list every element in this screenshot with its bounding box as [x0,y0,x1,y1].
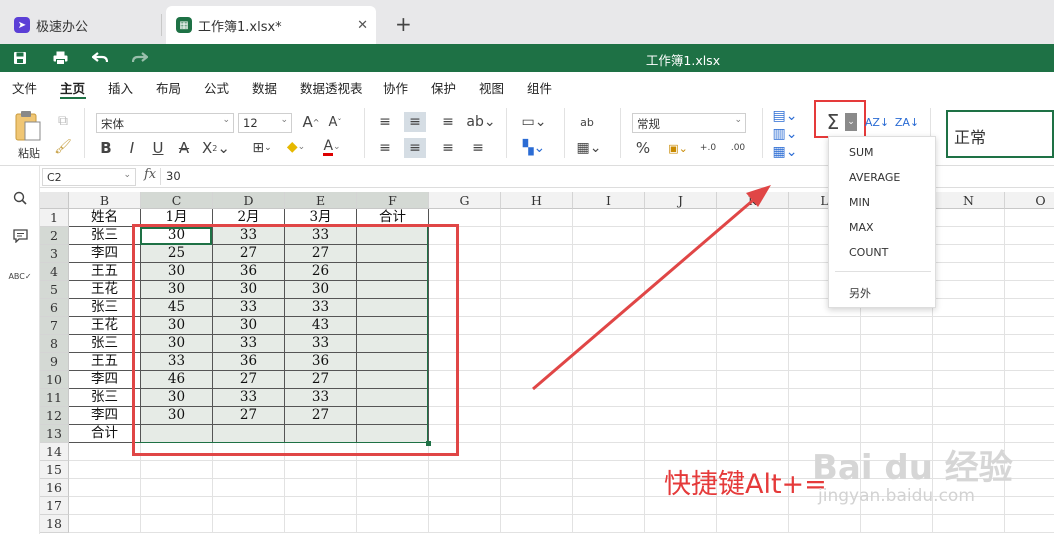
watermark-logo: Bai du 经验 [812,448,1013,488]
watermark-url: jingyan.baidu.com [818,486,975,506]
menu-item-average[interactable]: AVERAGE [849,171,900,184]
menu-item-other[interactable]: 另外 [849,285,871,301]
menu-item-max[interactable]: MAX [849,221,874,234]
menu-divider [835,271,931,272]
menu-item-min[interactable]: MIN [849,196,870,209]
autosum-dropdown: SUM AVERAGE MIN MAX COUNT 另外 [828,136,936,308]
menu-item-sum[interactable]: SUM [849,146,874,159]
shortcut-annotation: 快捷键Alt+= [664,469,827,500]
menu-item-count[interactable]: COUNT [849,246,888,259]
